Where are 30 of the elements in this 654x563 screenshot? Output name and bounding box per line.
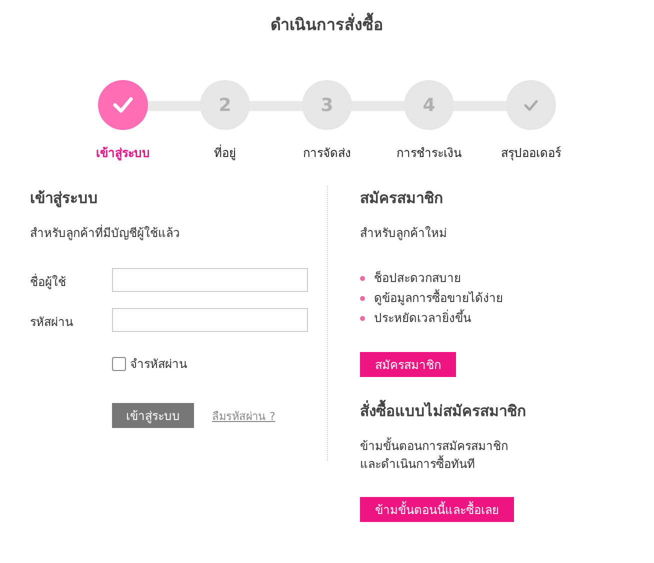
bullet-icon: [360, 316, 365, 320]
section-heading: สั่งซื้อแบบไม่สมัครสมาชิก: [360, 399, 526, 423]
check-icon: [113, 97, 133, 113]
step-label: เข้าสู่ระบบ: [96, 145, 150, 162]
step-label: ที่อยู่: [214, 144, 236, 162]
login-button[interactable]: เข้าสู่ระบบ: [112, 403, 194, 428]
bullet-icon: [360, 276, 365, 280]
input-field[interactable]: [112, 308, 308, 332]
benefit-text: ช็อปสะดวกสบาย: [374, 270, 461, 287]
step-label: การจัดส่ง: [303, 145, 351, 162]
field-label: ชื่อผู้ใช้: [30, 272, 67, 291]
field-label: รหัสผ่าน: [30, 314, 74, 331]
section-heading: เข้าสู่ระบบ: [30, 188, 99, 210]
input-field[interactable]: [112, 268, 308, 292]
step-label: การชำระเงิน: [396, 145, 462, 162]
register-button[interactable]: สมัครสมาชิก: [360, 352, 456, 377]
bullet-icon: [360, 296, 365, 300]
checkbox-label: จำรหัสผ่าน: [130, 356, 187, 373]
step-label: สรุปออเดอร์: [501, 145, 561, 162]
forgot-password-link[interactable]: ลืมรหัสผ่าน ?: [212, 406, 276, 424]
benefit-text: ประหยัดเวลายิ่งขึ้น: [374, 308, 471, 327]
page-title: ดำเนินการสั่งซื้อ: [0, 0, 654, 36]
section-subtitle: สำหรับลูกค้าใหม่: [360, 225, 448, 242]
section-subtitle: สำหรับลูกค้าที่มีบัญชีผู้ใช้แล้ว: [30, 224, 181, 242]
section-description: ข้ามขั้นตอนการสมัครสมาชิก และดำเนินการซื้อทันที: [360, 437, 509, 473]
section-heading: สมัครสมาชิก: [360, 188, 444, 209]
benefit-text: ดูข้อมูลการซื้อขายได้ง่าย: [374, 288, 503, 308]
check-icon: [524, 100, 538, 110]
checkbox[interactable]: [112, 356, 126, 370]
guest-checkout-button[interactable]: ข้ามขั้นตอนนี้และซื้อเลย: [360, 497, 514, 522]
